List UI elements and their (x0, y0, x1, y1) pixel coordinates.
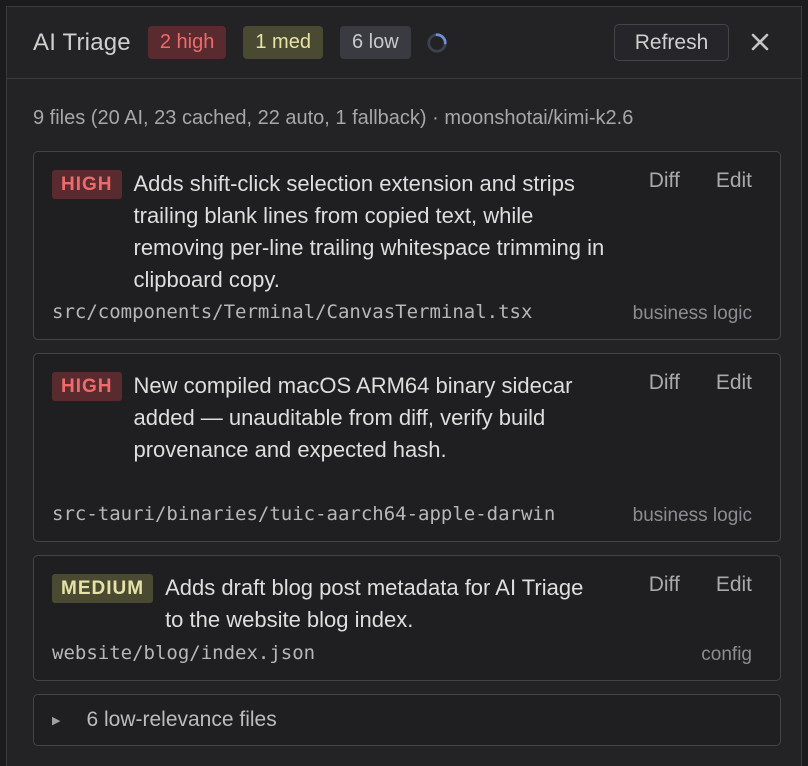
med-count-badge[interactable]: 1 med (243, 26, 323, 59)
low-relevance-label: 6 low-relevance files (86, 708, 277, 731)
card-actions: Diff Edit (649, 573, 752, 597)
low-count-badge[interactable]: 6 low (339, 26, 411, 59)
category-label: business logic (632, 303, 752, 324)
edit-button[interactable]: Edit (716, 371, 752, 395)
severity-badge: HIGH (52, 372, 122, 401)
file-card: MEDIUM Adds draft blog post metadata for… (33, 555, 781, 681)
edit-button[interactable]: Edit (716, 169, 752, 193)
category-label: business logic (632, 505, 752, 526)
low-relevance-toggle[interactable]: ▶ 6 low-relevance files (33, 694, 781, 746)
diff-button[interactable]: Diff (649, 573, 680, 597)
close-icon[interactable] (749, 31, 771, 53)
severity-badge: HIGH (52, 170, 122, 199)
card-body: HIGH New compiled macOS ARM64 binary sid… (52, 370, 594, 466)
card-body: HIGH Adds shift-click selection extensio… (52, 168, 612, 296)
edit-button[interactable]: Edit (716, 573, 752, 597)
card-actions: Diff Edit (649, 371, 752, 395)
refresh-button[interactable]: Refresh (614, 24, 729, 61)
ai-triage-panel: AI Triage 2 high 1 med 6 low Refresh 9 f… (6, 6, 802, 766)
loading-spinner-icon (427, 32, 447, 53)
card-actions: Diff Edit (649, 169, 752, 193)
diff-button[interactable]: Diff (649, 371, 680, 395)
panel-title: AI Triage (33, 28, 131, 56)
file-path[interactable]: src/components/Terminal/CanvasTerminal.t… (52, 301, 532, 323)
card-body: MEDIUM Adds draft blog post metadata for… (52, 572, 595, 636)
file-path[interactable]: src-tauri/binaries/tuic-aarch64-apple-da… (52, 503, 555, 525)
triage-summary: 9 files (20 AI, 23 cached, 22 auto, 1 fa… (33, 107, 634, 129)
file-card: HIGH New compiled macOS ARM64 binary sid… (33, 353, 781, 542)
high-count-badge[interactable]: 2 high (147, 26, 227, 59)
diff-button[interactable]: Diff (649, 169, 680, 193)
card-description: Adds shift-click selection extension and… (133, 171, 605, 292)
card-description: New compiled macOS ARM64 binary sidecar … (133, 373, 573, 462)
card-description: Adds draft blog post metadata for AI Tri… (165, 575, 584, 632)
file-path[interactable]: website/blog/index.json (52, 642, 315, 664)
panel-header: AI Triage 2 high 1 med 6 low Refresh (7, 7, 801, 79)
caret-right-icon: ▶ (52, 714, 61, 727)
category-label: config (701, 644, 752, 665)
severity-badge: MEDIUM (52, 574, 154, 603)
file-card: HIGH Adds shift-click selection extensio… (33, 151, 781, 340)
